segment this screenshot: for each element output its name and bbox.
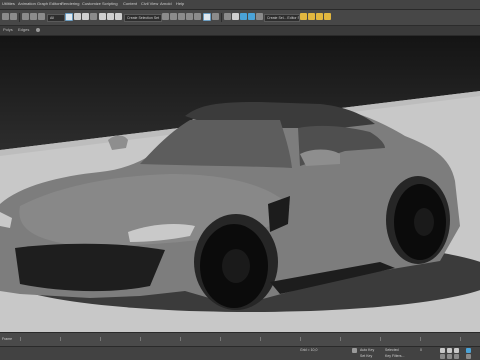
link-icon[interactable] xyxy=(22,13,29,20)
toolbar-separator xyxy=(221,13,222,22)
viewport-label-edges[interactable]: Edges xyxy=(18,27,29,33)
rendered-frame-window-icon[interactable] xyxy=(308,13,315,20)
menu-rendering[interactable]: Rendering xyxy=(61,1,79,7)
spinner-snap-icon[interactable] xyxy=(203,13,211,21)
curve-editor-icon[interactable] xyxy=(256,13,263,20)
lock-icon[interactable] xyxy=(352,348,357,353)
rear-wheel-hub xyxy=(414,208,434,236)
frame-label: Frame xyxy=(2,337,13,341)
select-by-name-icon[interactable] xyxy=(74,13,81,20)
viewport-header: Polys Edges xyxy=(0,26,480,36)
layer-explorer-icon[interactable] xyxy=(240,13,247,20)
grid-readout: Grid = 10,0 xyxy=(300,348,318,352)
orbit-icon[interactable] xyxy=(454,354,459,359)
maximize-viewport-icon[interactable] xyxy=(466,354,471,359)
undo-icon[interactable] xyxy=(2,13,9,20)
percent-snap-icon[interactable] xyxy=(194,13,201,20)
main-toolbar: All Create Selection Set Create Sel... E… xyxy=(0,10,480,26)
mirror-icon[interactable] xyxy=(224,13,231,20)
menu-animation[interactable]: Animation xyxy=(18,1,36,7)
front-wheel-hub xyxy=(222,249,250,283)
key-filters-button[interactable]: Key Filters... xyxy=(385,354,404,359)
time-config-icon[interactable] xyxy=(466,348,471,353)
menu-scripting[interactable]: Scripting xyxy=(102,1,118,7)
rectangle-selection-icon[interactable] xyxy=(82,13,89,20)
set-key-button[interactable]: Set Key xyxy=(360,354,372,359)
redo-icon[interactable] xyxy=(10,13,17,20)
menu-content[interactable]: Content xyxy=(123,1,137,7)
timeline-tick xyxy=(20,337,21,341)
timeline-tick xyxy=(300,337,301,341)
timeline-tick xyxy=(180,337,181,341)
auto-key-button[interactable]: Auto Key xyxy=(360,348,374,353)
render-setup-icon[interactable] xyxy=(300,13,307,20)
car-windshield xyxy=(140,120,292,168)
scale-icon[interactable] xyxy=(115,13,122,20)
rotate-icon[interactable] xyxy=(107,13,114,20)
menu-civil-view[interactable]: Civil View xyxy=(141,1,158,7)
selected-dropdown[interactable]: Selected xyxy=(385,348,399,353)
car-grille xyxy=(15,243,165,292)
timeline-track[interactable]: Frame xyxy=(0,332,480,346)
timeline-tick xyxy=(380,337,381,341)
unlink-icon[interactable] xyxy=(30,13,37,20)
3dsmax-window: Utilities Animation Graph Editors Render… xyxy=(0,0,480,360)
snaps-toggle-icon[interactable] xyxy=(178,13,185,20)
viewport-label-polys[interactable]: Polys xyxy=(3,27,13,33)
edit-named-selection-icon[interactable] xyxy=(212,13,219,20)
selection-filter-dropdown[interactable]: All xyxy=(47,14,65,22)
align-icon[interactable] xyxy=(232,13,239,20)
named-selection-set-dropdown[interactable]: Create Sel... Editor Set xyxy=(264,14,300,22)
keyboard-shortcut-icon[interactable] xyxy=(170,13,177,20)
timeline-tick xyxy=(220,337,221,341)
go-to-end-icon[interactable] xyxy=(454,348,459,353)
select-object-icon[interactable] xyxy=(65,13,73,21)
zoom-icon[interactable] xyxy=(440,354,445,359)
bind-spacewarp-icon[interactable] xyxy=(38,13,45,20)
timeline-tick xyxy=(260,337,261,341)
play-icon[interactable] xyxy=(447,348,452,353)
timeline-tick xyxy=(340,337,341,341)
view-coordinate-dropdown[interactable]: Create Selection Set xyxy=(124,14,162,22)
toolbar-separator xyxy=(19,13,20,22)
timeline-tick xyxy=(100,337,101,341)
menu-customize[interactable]: Customize xyxy=(82,1,101,7)
render-iterative-icon[interactable] xyxy=(324,13,331,20)
render-production-icon[interactable] xyxy=(316,13,323,20)
menu-utilities[interactable]: Utilities xyxy=(2,1,15,7)
timeline-tick xyxy=(420,337,421,341)
angle-snap-icon[interactable] xyxy=(186,13,193,20)
pan-icon[interactable] xyxy=(447,354,452,359)
side-mirror xyxy=(300,149,340,166)
time-spinner[interactable]: 0 xyxy=(420,348,422,353)
menu-bar: Utilities Animation Graph Editors Render… xyxy=(0,0,480,10)
timeline-tick xyxy=(60,337,61,341)
viewport-scene xyxy=(0,91,480,332)
menu-arnold[interactable]: Arnold xyxy=(160,1,172,7)
status-bar: Grid = 10,0 Auto Key Selected 0 Set Key … xyxy=(0,346,480,360)
window-crossing-icon[interactable] xyxy=(90,13,97,20)
timeline-tick xyxy=(140,337,141,341)
pivot-center-icon[interactable] xyxy=(162,13,169,20)
scene-explorer-icon[interactable] xyxy=(248,13,255,20)
timeline-tick xyxy=(460,337,461,341)
perspective-viewport[interactable] xyxy=(0,36,480,332)
menu-graph-editors[interactable]: Graph Editors xyxy=(37,1,62,7)
settings-icon[interactable] xyxy=(36,28,40,32)
move-icon[interactable] xyxy=(99,13,106,20)
go-to-start-icon[interactable] xyxy=(440,348,445,353)
menu-help[interactable]: Help xyxy=(176,1,184,7)
